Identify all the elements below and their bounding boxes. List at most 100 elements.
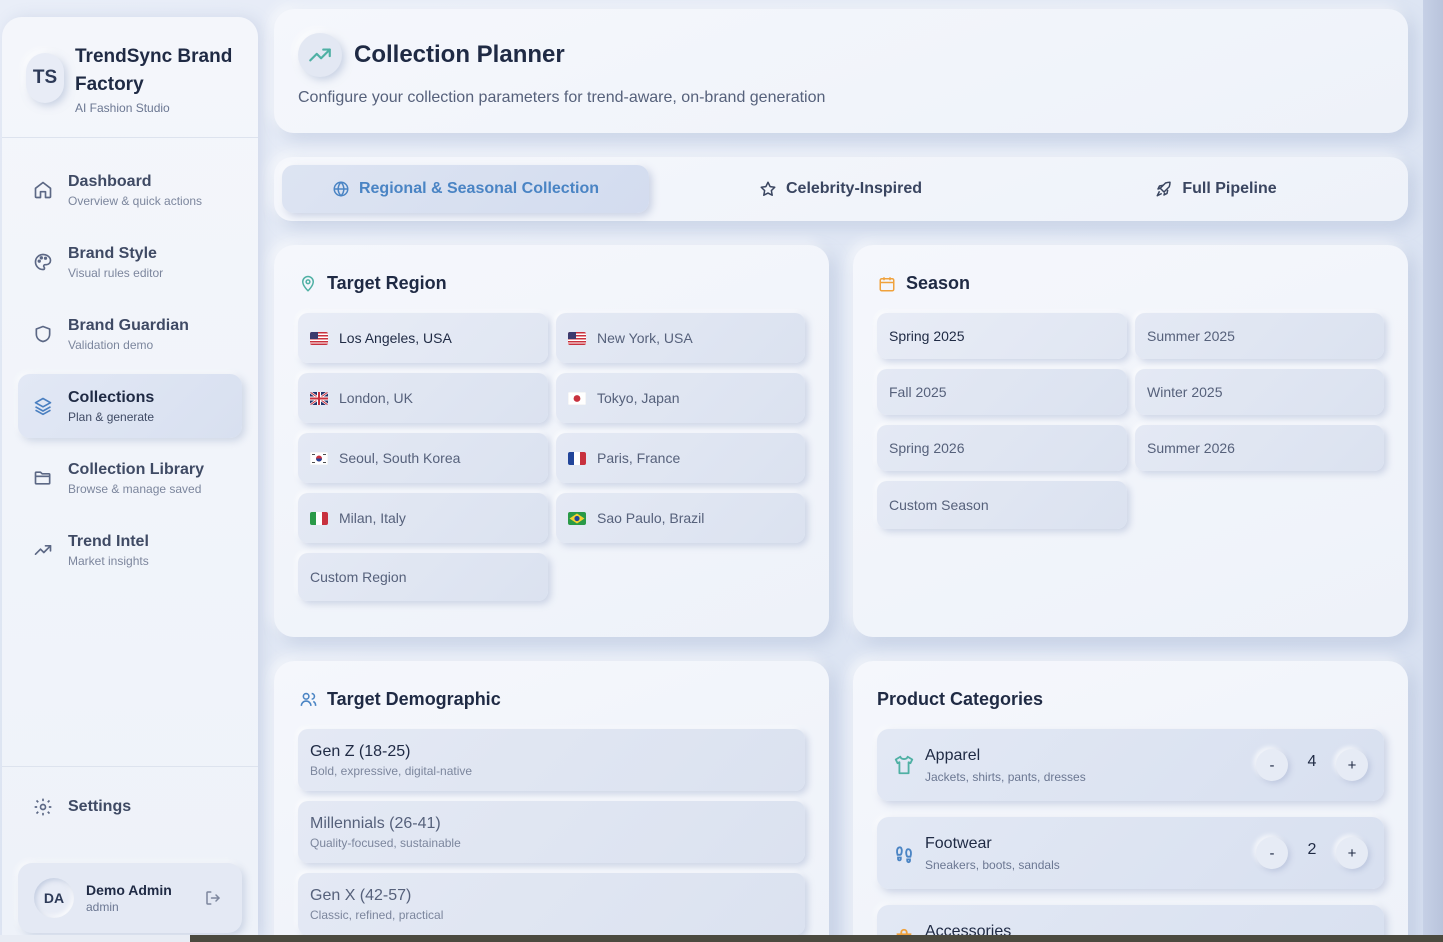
- sidebar-item-subtitle: Plan & generate: [68, 409, 155, 424]
- palette-icon: [32, 251, 54, 273]
- sidebar: TS TrendSync Brand Factory AI Fashion St…: [2, 17, 258, 935]
- logout-icon[interactable]: [202, 887, 224, 909]
- target-demographic-title: Target Demographic: [327, 689, 501, 709]
- tab-regional-seasonal[interactable]: Regional & Seasonal Collection: [282, 165, 649, 213]
- sidebar-item-collections[interactable]: Collections Plan & generate: [18, 374, 242, 438]
- settings-label: Settings: [68, 798, 132, 815]
- sidebar-item-dashboard[interactable]: Dashboard Overview & quick actions: [18, 158, 242, 222]
- demographic-option[interactable]: Gen Z (18-25) Bold, expressive, digital-…: [298, 729, 805, 791]
- season-label: Fall 2025: [889, 384, 947, 400]
- user-card[interactable]: DA Demo Admin admin: [18, 863, 242, 933]
- season-panel: Season Spring 2025 Summer 2025 Fall 2025…: [853, 245, 1408, 637]
- region-label: New York, USA: [597, 330, 693, 346]
- product-category-row: Apparel Jackets, shirts, pants, dresses …: [877, 729, 1384, 801]
- season-label: Summer 2026: [1147, 440, 1235, 456]
- product-title: Footwear: [925, 835, 992, 852]
- season-option[interactable]: Summer 2026: [1135, 425, 1384, 471]
- footprints-icon: [893, 842, 915, 864]
- increment-button[interactable]: +: [1336, 749, 1368, 781]
- section-title: Target Demographic: [298, 689, 501, 710]
- section-title: Product Categories: [877, 689, 1043, 710]
- section-title: Season: [877, 273, 970, 294]
- folder-icon: [32, 467, 54, 489]
- page-header: Collection Planner Configure your collec…: [274, 9, 1408, 133]
- sidebar-item-subtitle: Market insights: [68, 553, 149, 568]
- region-label: Paris, France: [597, 450, 681, 466]
- season-option[interactable]: Summer 2025: [1135, 313, 1384, 359]
- custom-season-option[interactable]: Custom Season: [877, 481, 1127, 529]
- user-name: Demo Admin: [86, 882, 172, 898]
- product-categories-title: Product Categories: [877, 689, 1044, 709]
- product-categories-panel: Product Categories Apparel Jackets, shir…: [853, 661, 1408, 942]
- sidebar-divider: [2, 766, 258, 767]
- us-flag-icon: [310, 331, 328, 345]
- demographic-subtitle: Classic, refined, practical: [310, 908, 444, 922]
- increment-button[interactable]: +: [1336, 837, 1368, 869]
- season-label: Spring 2026: [889, 440, 965, 456]
- demographic-subtitle: Quality-focused, sustainable: [310, 836, 461, 850]
- region-label: London, UK: [339, 390, 413, 406]
- window-edge: [0, 935, 190, 942]
- sidebar-item-brand-guardian[interactable]: Brand Guardian Validation demo: [18, 302, 242, 366]
- season-option[interactable]: Spring 2026: [877, 425, 1127, 471]
- season-option[interactable]: Fall 2025: [877, 369, 1127, 415]
- season-option[interactable]: Spring 2025: [877, 313, 1127, 359]
- target-region-panel: Target Region Los Angeles, USA New York,…: [274, 245, 829, 637]
- season-label: Winter 2025: [1147, 384, 1223, 400]
- tab-full-pipeline[interactable]: Full Pipeline: [1032, 165, 1400, 213]
- sidebar-item-settings[interactable]: Settings: [18, 787, 242, 827]
- decrement-button[interactable]: -: [1256, 837, 1288, 869]
- custom-region-option[interactable]: Custom Region: [298, 553, 548, 601]
- sidebar-item-label: Collections: [68, 388, 155, 406]
- tab-label: Regional & Seasonal Collection: [358, 180, 600, 197]
- decrement-button[interactable]: -: [1256, 749, 1288, 781]
- calendar-icon: [877, 274, 897, 294]
- map-pin-icon: [298, 274, 318, 294]
- rocket-icon: [1156, 181, 1172, 197]
- sidebar-item-subtitle: Browse & manage saved: [68, 481, 202, 496]
- sidebar-item-brand-style[interactable]: Brand Style Visual rules editor: [18, 230, 242, 294]
- region-option[interactable]: Paris, France: [556, 433, 805, 483]
- sidebar-item-subtitle: Validation demo: [68, 337, 154, 352]
- gb-flag-icon: [310, 391, 328, 405]
- kr-flag-icon: [310, 451, 328, 465]
- section-title: Target Region: [298, 273, 447, 294]
- product-category-row: Footwear Sneakers, boots, sandals - 2 +: [877, 817, 1384, 889]
- shield-icon: [32, 323, 54, 345]
- demographic-subtitle: Bold, expressive, digital-native: [310, 764, 473, 778]
- region-option[interactable]: New York, USA: [556, 313, 805, 363]
- tab-label: Celebrity-Inspired: [785, 180, 923, 197]
- region-label: Custom Region: [310, 569, 407, 585]
- demographic-option[interactable]: Gen X (42-57) Classic, refined, practica…: [298, 873, 805, 935]
- app-window: TS TrendSync Brand Factory AI Fashion St…: [0, 0, 1423, 942]
- demographic-title: Gen Z (18-25): [310, 743, 411, 760]
- region-option[interactable]: Los Angeles, USA: [298, 313, 548, 363]
- sidebar-item-label: Collection Library: [68, 460, 205, 478]
- region-option[interactable]: London, UK: [298, 373, 548, 423]
- sidebar-item-trend-intel[interactable]: Trend Intel Market insights: [18, 518, 242, 582]
- target-region-title: Target Region: [327, 273, 447, 293]
- target-demographic-panel: Target Demographic Gen Z (18-25) Bold, e…: [274, 661, 829, 942]
- season-option[interactable]: Winter 2025: [1135, 369, 1384, 415]
- demographic-option[interactable]: Millennials (26-41) Quality-focused, sus…: [298, 801, 805, 863]
- region-option[interactable]: Tokyo, Japan: [556, 373, 805, 423]
- region-label: Milan, Italy: [339, 510, 406, 526]
- region-option[interactable]: Sao Paulo, Brazil: [556, 493, 805, 543]
- region-option[interactable]: Milan, Italy: [298, 493, 548, 543]
- globe-icon: [333, 181, 349, 197]
- taskbar-edge: [190, 935, 1443, 942]
- region-label: Sao Paulo, Brazil: [597, 510, 705, 526]
- trending-up-icon: [298, 33, 342, 77]
- page-title: Collection Planner: [354, 41, 565, 68]
- sidebar-item-label: Trend Intel: [68, 532, 149, 550]
- region-label: Tokyo, Japan: [597, 390, 680, 406]
- season-label: Spring 2025: [889, 328, 965, 344]
- mode-tabs: Regional & Seasonal Collection Celebrity…: [274, 157, 1408, 221]
- tab-celebrity-inspired[interactable]: Celebrity-Inspired: [657, 165, 1024, 213]
- demographic-title: Gen X (42-57): [310, 887, 412, 904]
- region-option[interactable]: Seoul, South Korea: [298, 433, 548, 483]
- season-label: Custom Season: [889, 497, 989, 513]
- shirt-icon: [893, 754, 915, 776]
- sidebar-item-collection-library[interactable]: Collection Library Browse & manage saved: [18, 446, 242, 510]
- quantity-value: 4: [1307, 753, 1317, 770]
